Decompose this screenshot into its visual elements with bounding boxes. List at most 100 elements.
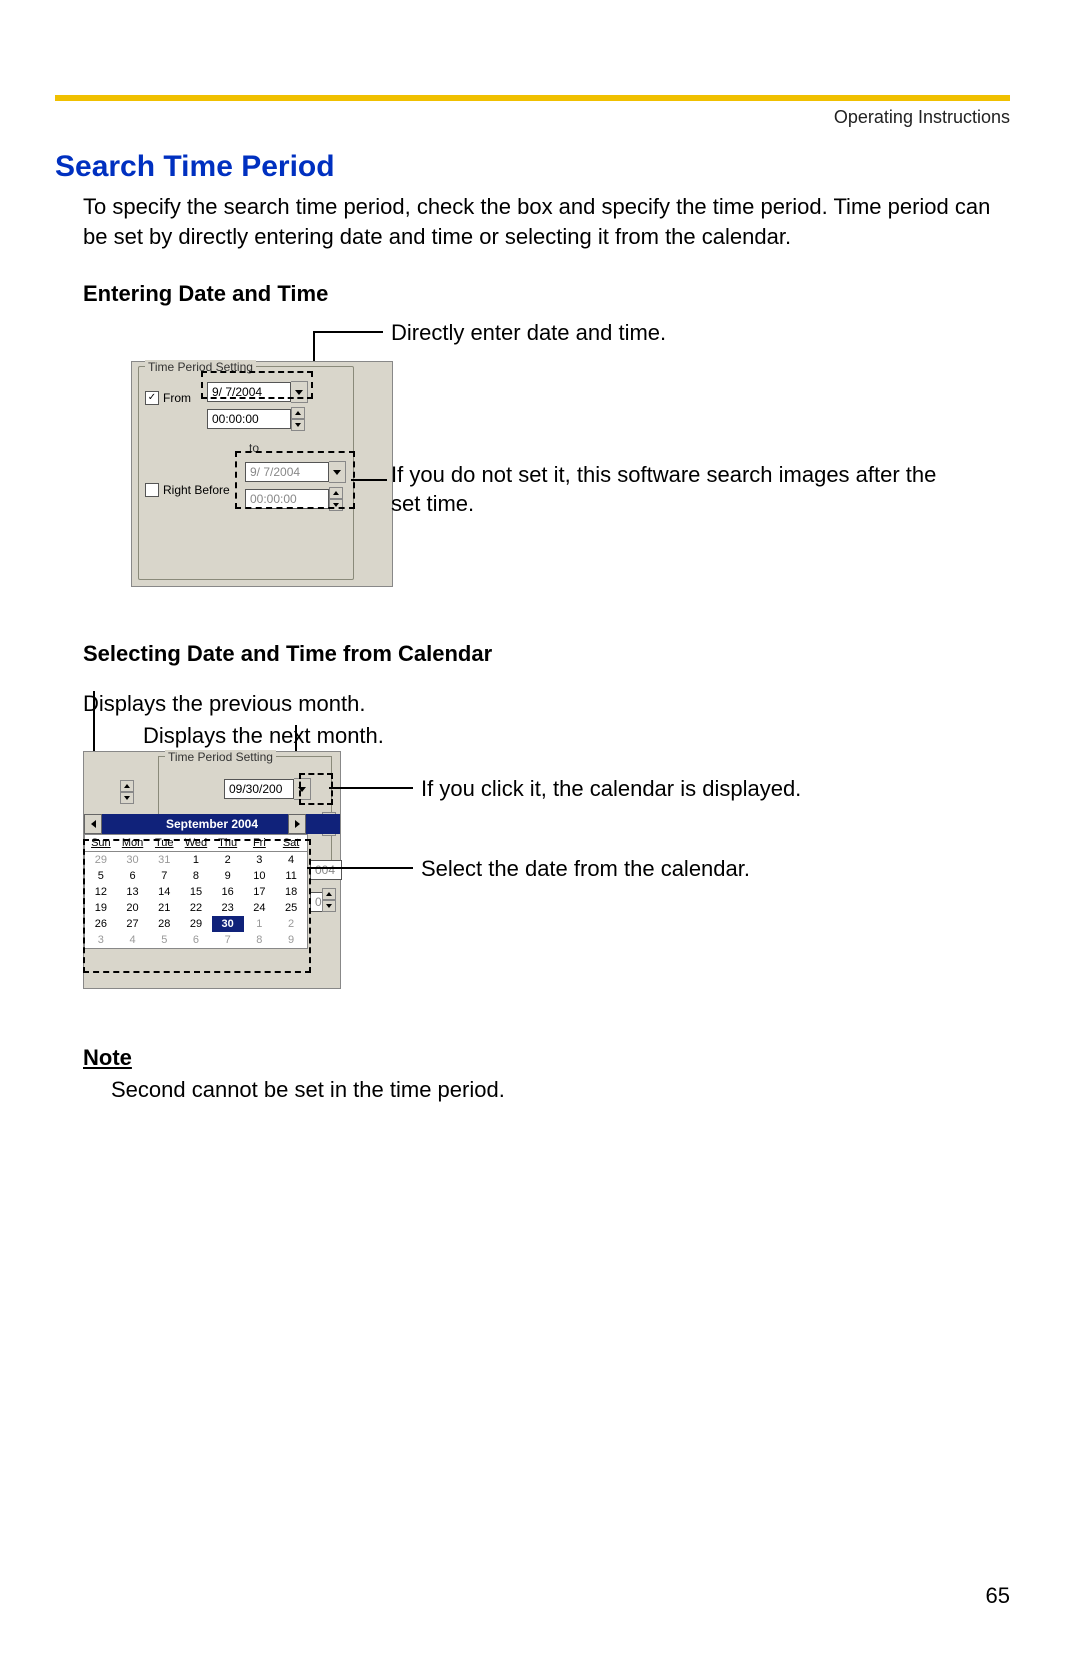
calendar-dow: Thu [212,835,244,852]
calendar-day[interactable]: 6 [180,932,212,948]
calendar-day[interactable]: 4 [117,932,149,948]
calendar-day[interactable]: 30 [212,916,244,932]
calendar-day[interactable]: 13 [117,884,149,900]
bg-spinner[interactable] [120,780,134,804]
calendar-day[interactable]: 2 [275,916,307,932]
calendar-day[interactable]: 27 [117,916,149,932]
calendar-day[interactable]: 29 [85,852,117,869]
groupbox-label-bg: Time Period Setting [165,750,276,764]
calendar-day[interactable]: 3 [244,852,276,869]
calendar-dow: Sun [85,835,117,852]
to-time-input[interactable]: 00:00:00 [245,489,329,509]
chevron-down-icon [333,503,339,507]
header-label: Operating Instructions [55,107,1010,128]
header-rule [55,95,1010,101]
calendar-day[interactable]: 5 [148,932,180,948]
calendar-day[interactable]: 7 [212,932,244,948]
calendar-dow: Sat [275,835,307,852]
bg-date2: 004 [310,860,342,880]
chevron-up-icon [295,411,301,415]
time-period-panel: Time Period Setting ✓ From 9/ 7/2004 00:… [131,361,393,587]
annotation-click-calendar: If you click it, the calendar is display… [421,775,801,804]
to-label: to [249,441,259,455]
calendar-dow: Wed [180,835,212,852]
calendar-day[interactable]: 10 [244,868,276,884]
subheading-entering: Entering Date and Time [83,281,1010,307]
calendar-day[interactable]: 7 [148,868,180,884]
calendar-day[interactable]: 9 [275,932,307,948]
calendar-day[interactable]: 18 [275,884,307,900]
note-body: Second cannot be set in the time period. [111,1077,1010,1103]
calendar-day[interactable]: 6 [117,868,149,884]
from-date-dropdown[interactable] [291,381,308,403]
chevron-down-icon [326,904,332,908]
annotation-next-month: Displays the next month. [143,723,1010,749]
calendar-day[interactable]: 30 [117,852,149,869]
chevron-down-icon [295,423,301,427]
to-date-input[interactable]: 9/ 7/2004 [245,462,329,482]
from-label: From [163,391,191,405]
calendar-day[interactable]: 28 [148,916,180,932]
right-before-checkbox[interactable] [145,483,159,497]
calendar-day[interactable]: 5 [85,868,117,884]
right-before-label: Right Before [163,483,230,497]
bg-date-input[interactable]: 09/30/200 [224,779,294,799]
calendar-day[interactable]: 26 [85,916,117,932]
calendar-dow: Tue [148,835,180,852]
calendar-day[interactable]: 31 [148,852,180,869]
chevron-up-icon [333,491,339,495]
calendar-dow: Mon [117,835,149,852]
calendar-day[interactable]: 25 [275,900,307,916]
calendar-day[interactable]: 9 [212,868,244,884]
annotation-select-date: Select the date from the calendar. [421,855,750,884]
calendar-day[interactable]: 1 [244,916,276,932]
chevron-down-icon [124,796,130,800]
calendar-day[interactable]: 1 [180,852,212,869]
bg-date-dropdown[interactable] [294,778,311,800]
calendar-day[interactable]: 19 [85,900,117,916]
annotation-direct-enter: Directly enter date and time. [391,319,666,348]
calendar-day[interactable]: 2 [212,852,244,869]
to-date-dropdown[interactable] [329,461,346,483]
calendar-day[interactable]: 17 [244,884,276,900]
chevron-right-icon [295,820,300,828]
calendar-day[interactable]: 4 [275,852,307,869]
chevron-up-icon [124,784,130,788]
calendar-day[interactable]: 14 [148,884,180,900]
calendar-day[interactable]: 8 [180,868,212,884]
intro-paragraph: To specify the search time period, check… [83,192,1010,251]
calendar-next-button[interactable] [288,814,306,834]
subheading-selecting: Selecting Date and Time from Calendar [83,641,1010,667]
from-checkbox[interactable]: ✓ [145,391,159,405]
groupbox-label: Time Period Setting [145,360,256,374]
calendar-day[interactable]: 29 [180,916,212,932]
figure-calendar: Time Period Setting 09/30/200 Septem [83,755,1003,1005]
calendar-day[interactable]: 16 [212,884,244,900]
from-time-spinner[interactable] [291,407,305,431]
chevron-down-icon [295,390,303,395]
calendar-prev-button[interactable] [84,814,102,834]
page-number: 65 [986,1583,1010,1609]
bg-spinner-3[interactable] [322,888,336,912]
calendar-panel: Time Period Setting 09/30/200 Septem [83,751,341,989]
calendar-day[interactable]: 22 [180,900,212,916]
figure-time-period-setting: Directly enter date and time. Time Perio… [83,331,983,611]
chevron-left-icon [91,820,96,828]
to-time-spinner[interactable] [329,487,343,511]
calendar-day[interactable]: 8 [244,932,276,948]
calendar-day[interactable]: 20 [117,900,149,916]
calendar-grid[interactable]: SunMonTueWedThuFriSat2930311234567891011… [84,834,308,949]
chevron-down-icon [298,787,306,792]
calendar-day[interactable]: 3 [85,932,117,948]
annotation-prev-month: Displays the previous month. [83,691,1010,717]
calendar-day[interactable]: 24 [244,900,276,916]
calendar-day[interactable]: 21 [148,900,180,916]
calendar-day[interactable]: 15 [180,884,212,900]
chevron-up-icon [326,892,332,896]
calendar-day[interactable]: 12 [85,884,117,900]
calendar-day[interactable]: 23 [212,900,244,916]
calendar-day[interactable]: 11 [275,868,307,884]
chevron-down-icon [333,470,341,475]
from-date-input[interactable]: 9/ 7/2004 [207,382,291,402]
from-time-input[interactable]: 00:00:00 [207,409,291,429]
